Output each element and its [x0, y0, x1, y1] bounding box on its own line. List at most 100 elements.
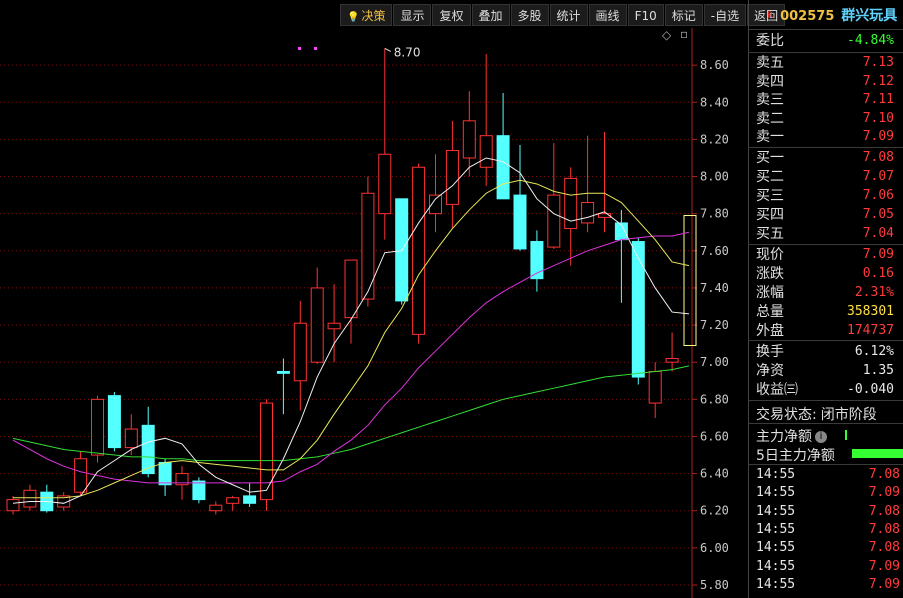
candle-body	[260, 402, 273, 501]
candle-body	[158, 461, 172, 486]
bids-value: 7.05	[862, 207, 894, 222]
fin-value: 1.35	[862, 363, 894, 378]
bids-value: 7.08	[862, 150, 894, 165]
y-tick-label: 6.20	[700, 504, 729, 518]
fin-row: 换手 6.12%	[749, 343, 903, 361]
tick-time: 14:55	[756, 485, 796, 501]
marker-dot	[298, 47, 301, 50]
asks-value: 7.11	[862, 92, 894, 108]
tick-time: 14:55	[756, 503, 796, 519]
candle-body	[327, 322, 341, 330]
candle-body	[378, 153, 392, 215]
toolbar-button-label: 标记	[671, 9, 696, 23]
tick-price: 7.09	[868, 576, 900, 592]
stock-header: R 002575 群兴玩具	[749, 6, 903, 26]
chart-toolbar: 💡 决策 显示 复权 叠加 多股 统计 画线 F10 标记 -自选 返回	[340, 4, 786, 26]
divider	[749, 340, 903, 341]
bids-label: 买一	[756, 150, 784, 166]
toolbar-button-label: F10	[634, 9, 657, 23]
toolbar-button-5[interactable]: 统计	[549, 4, 588, 26]
bids-row: 买三 7.06	[749, 187, 903, 205]
lightbulb-icon: 💡	[347, 12, 360, 23]
candle-body	[276, 370, 290, 374]
diamond-icon[interactable]: ◇	[662, 28, 671, 42]
y-tick-label: 7.20	[700, 318, 729, 332]
toolbar-button-1[interactable]: 显示	[393, 4, 432, 26]
bids-row: 买四 7.05	[749, 206, 903, 224]
quote-panel: R 002575 群兴玩具 委比 -4.84% 卖五 7.13 卖四 7.12 卖三 7.…	[748, 0, 903, 598]
toolbar-button-label: 画线	[595, 9, 620, 23]
candle-body	[412, 166, 426, 335]
stats-label: 现价	[756, 247, 784, 263]
tick-time: 14:55	[756, 521, 796, 537]
candle-body	[496, 135, 510, 200]
divider	[749, 244, 903, 245]
bids-label: 买五	[756, 226, 784, 242]
main-net-label: 主力净额	[756, 429, 812, 445]
toolbar-button-9[interactable]: -自选	[703, 4, 747, 26]
divider	[749, 423, 903, 424]
tick-row: 14:55 7.09	[749, 484, 903, 502]
candle-body	[479, 135, 493, 168]
divider	[749, 400, 903, 401]
r-badge: R	[767, 11, 774, 21]
candle-body	[310, 287, 324, 363]
y-tick-label: 7.80	[700, 207, 729, 221]
y-tick-label: 6.00	[700, 541, 729, 555]
tick-price: 7.08	[868, 521, 900, 537]
candle-body	[547, 194, 561, 248]
tick-time: 14:55	[756, 576, 796, 592]
tick-row: 14:55 7.09	[749, 558, 903, 576]
candle-body-today	[683, 215, 697, 346]
tick-row: 14:55 7.08	[749, 521, 903, 539]
asks-label: 卖四	[756, 73, 784, 90]
toolbar-button-2[interactable]: 复权	[432, 4, 471, 26]
candle-body	[581, 202, 595, 224]
marker-dot	[314, 47, 317, 50]
weibi-label: 委比	[756, 33, 784, 49]
y-tick-label: 5.80	[700, 578, 729, 592]
tick-row: 14:55 7.08	[749, 466, 903, 484]
candle-body	[648, 370, 662, 404]
asks-label: 卖三	[756, 92, 784, 109]
bids-label: 买三	[756, 188, 784, 204]
candle-body	[23, 489, 37, 508]
tick-row: 14:55 7.08	[749, 539, 903, 557]
candle-body	[293, 322, 307, 382]
toolbar-button-label: -自选	[710, 9, 740, 23]
toolbar-button-label: 复权	[439, 9, 464, 23]
tick-price: 7.08	[868, 503, 900, 519]
tick-price: 7.08	[868, 467, 900, 482]
toolbar-button-6[interactable]: 画线	[588, 4, 627, 26]
kline-chart[interactable]: 8.60 8.40 8.20 8.00 7.80 7.60 7.40 7.20 7.00 6.80…	[0, 28, 745, 598]
toolbar-button-0[interactable]: 💡 决策	[340, 4, 393, 26]
toolbar-button-3[interactable]: 叠加	[471, 4, 510, 26]
asks-value: 7.09	[862, 129, 894, 145]
trade-status: 交易状态: 闭市阶段	[756, 404, 877, 424]
fin-label: 换手	[756, 344, 784, 360]
high-label: 8.70	[394, 45, 421, 59]
bids-row: 买五 7.04	[749, 225, 903, 243]
weibi-row: 委比 -4.84%	[749, 32, 903, 50]
main-net-5d-bar	[852, 449, 903, 458]
toolbar-button-4[interactable]: 多股	[510, 4, 549, 26]
main-net-row: 主力净额 i	[756, 426, 827, 446]
info-icon[interactable]: i	[815, 431, 827, 443]
y-tick-label: 8.00	[700, 170, 729, 184]
divider	[749, 29, 903, 30]
bids-row: 买二 7.07	[749, 168, 903, 186]
divider	[749, 52, 903, 53]
candle-body	[445, 150, 459, 205]
stock-code: 002575	[780, 9, 835, 24]
candle-body	[344, 259, 358, 319]
toolbar-button-8[interactable]: 标记	[664, 4, 703, 26]
window-toggle-icon[interactable]: ▫	[680, 27, 688, 41]
candle-body	[74, 458, 88, 493]
tick-row: 14:55 7.09	[749, 576, 903, 594]
divider	[749, 147, 903, 148]
stats-row: 涨幅 2.31%	[749, 284, 903, 302]
toolbar-button-7[interactable]: F10	[627, 4, 664, 26]
bids-label: 买四	[756, 207, 784, 223]
candle-body	[209, 504, 223, 512]
asks-row: 卖二 7.10	[749, 110, 903, 128]
